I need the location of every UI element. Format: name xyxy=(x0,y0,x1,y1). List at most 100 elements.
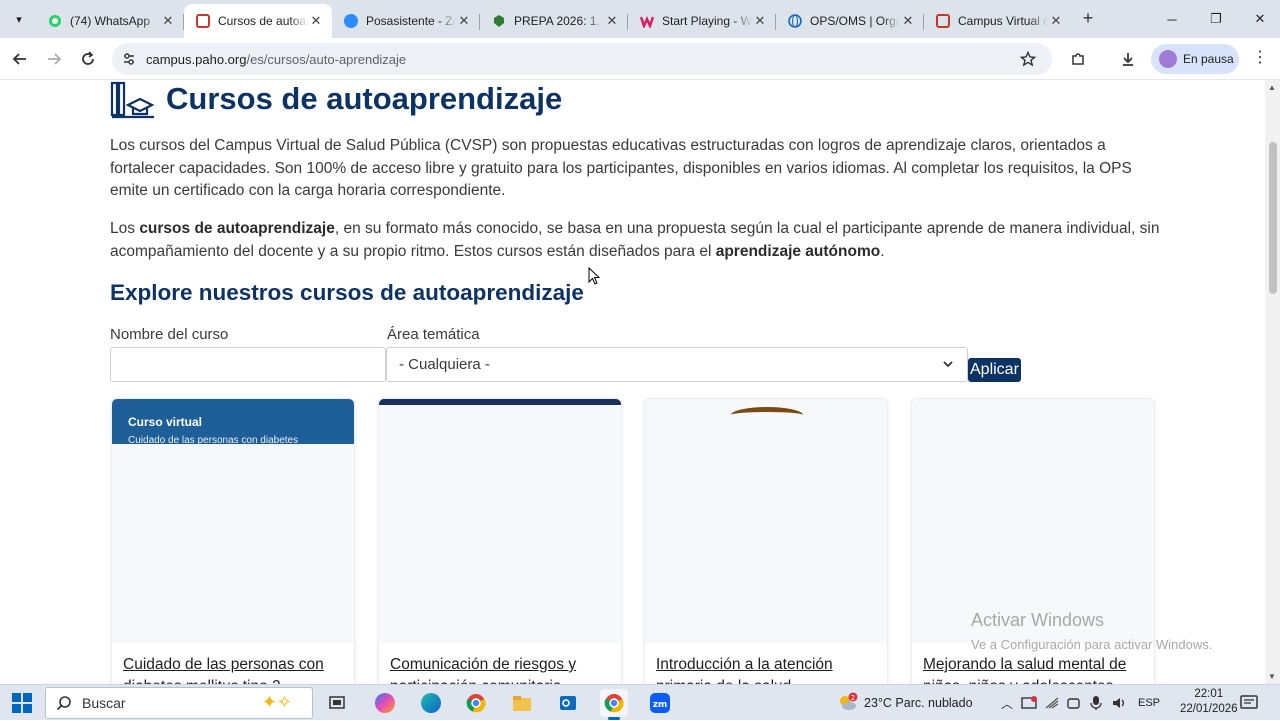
windows-start-icon[interactable] xyxy=(12,693,32,713)
tab-wordwall[interactable]: Start Playing - Wordwall ✕ xyxy=(628,4,776,38)
notification-app-icon[interactable] xyxy=(1020,694,1038,712)
zoom-icon xyxy=(344,14,358,28)
close-tab-icon[interactable]: ✕ xyxy=(308,13,324,29)
weather-label[interactable]: 23°C Parc. nublado xyxy=(864,685,973,721)
course-name-label: Nombre del curso xyxy=(110,326,229,343)
weather-icon[interactable]: 2 xyxy=(836,692,858,714)
close-tab-icon[interactable]: ✕ xyxy=(752,13,768,29)
restore-icon[interactable]: ❐ xyxy=(1194,0,1238,38)
close-tab-icon[interactable]: ✕ xyxy=(604,13,620,29)
page-header: Cursos de autoaprendizaje xyxy=(110,80,563,119)
reload-icon[interactable] xyxy=(76,47,100,71)
zoom-app-icon[interactable]: zm xyxy=(646,689,674,717)
course-thumbnail xyxy=(379,399,621,643)
course-title-link[interactable]: Introducción a la atención primaria de l… xyxy=(656,654,878,684)
clock-time: 22:01 xyxy=(1194,688,1224,700)
tab-cursos-autoaprendizaje[interactable]: Cursos de autoaprendizaje ✕ xyxy=(184,4,332,38)
tab-title: Posasistente - Zoom xyxy=(366,14,456,28)
speaker-icon[interactable] xyxy=(1110,694,1128,712)
tab-title: Cursos de autoaprendizaje xyxy=(218,14,308,28)
course-banner: Curso virtual Cuidado de las personas co… xyxy=(112,399,354,445)
extensions-icon[interactable] xyxy=(1066,47,1090,71)
notifications-icon[interactable] xyxy=(1240,694,1258,712)
course-title-link[interactable]: Comunicación de riesgos y participación … xyxy=(390,654,612,684)
course-name-input[interactable] xyxy=(110,347,386,382)
bookmark-star-icon[interactable] xyxy=(1019,50,1037,70)
whatsapp-icon xyxy=(48,14,62,28)
close-tab-icon[interactable]: ✕ xyxy=(900,13,916,29)
course-title-link[interactable]: Cuidado de las personas con diabetes mel… xyxy=(123,654,345,684)
address-bar[interactable]: campus.paho.org/es/cursos/auto-aprendiza… xyxy=(112,43,1052,75)
intro-paragraph: Los cursos del Campus Virtual de Salud P… xyxy=(110,137,1132,199)
tab-title: OPS/OMS | Organización xyxy=(810,14,900,28)
prepa-icon xyxy=(492,14,506,28)
tab-search-button[interactable]: ▾ xyxy=(8,8,30,30)
new-tab-button[interactable]: + xyxy=(1078,9,1098,29)
select-value: - Cualquiera - xyxy=(399,356,490,373)
svg-text:zm: zm xyxy=(653,700,668,710)
edge-icon[interactable] xyxy=(417,689,445,717)
forward-arrow-icon[interactable] xyxy=(42,47,66,71)
chrome-icon[interactable] xyxy=(462,689,490,717)
search-placeholder: Buscar xyxy=(82,695,126,711)
windows-taskbar: Buscar ✦✧ zm 2 23°C Parc. nublado ︿ ESP … xyxy=(0,684,1280,720)
network-icon[interactable] xyxy=(1043,694,1061,712)
windows-activation-watermark: Activar Windows Ve a Configuración para … xyxy=(971,610,1213,652)
outlook-icon[interactable] xyxy=(554,689,582,717)
scroll-down-icon[interactable]: ▼ xyxy=(1268,672,1276,681)
tab-zoom[interactable]: Posasistente - Zoom ✕ xyxy=(332,4,480,38)
close-tab-icon[interactable]: ✕ xyxy=(456,13,472,29)
back-arrow-icon[interactable] xyxy=(8,47,32,71)
tab-title: PREPA 2026: 1. Esta xyxy=(514,14,604,28)
wordwall-icon xyxy=(640,14,654,28)
meet-now-icon[interactable] xyxy=(1065,694,1083,712)
course-card[interactable]: Comunicación de riesgos y participación … xyxy=(378,398,622,684)
site-info-icon[interactable] xyxy=(122,52,136,66)
course-card[interactable]: Introducción a la atención primaria de l… xyxy=(644,398,888,684)
sparkle-icon: ✦✧ xyxy=(261,692,292,712)
avatar xyxy=(1159,50,1177,68)
tab-campus-virtual[interactable]: Campus Virtual de Salud ✕ xyxy=(924,4,1072,38)
file-explorer-icon[interactable] xyxy=(508,689,536,717)
download-icon[interactable] xyxy=(1116,47,1140,71)
chevron-up-icon[interactable]: ︿ xyxy=(998,694,1016,712)
thematic-area-label: Área temática xyxy=(387,326,480,343)
campus-icon xyxy=(196,14,210,28)
close-tab-icon[interactable]: ✕ xyxy=(1048,13,1064,29)
thematic-area-select[interactable]: - Cualquiera - xyxy=(386,347,968,382)
tab-prepa[interactable]: PREPA 2026: 1. Esta ✕ xyxy=(480,4,628,38)
svg-text:2: 2 xyxy=(851,694,855,702)
description-paragraph: Los cursos de autoaprendizaje, en su for… xyxy=(110,220,1160,260)
tab-title: (74) WhatsApp xyxy=(70,14,151,28)
course-thumbnail xyxy=(645,399,887,643)
copilot-icon[interactable] xyxy=(371,689,399,717)
scrollbar-thumb[interactable] xyxy=(1269,142,1277,294)
system-clock[interactable]: 22:01 22/01/2026 xyxy=(1180,687,1238,717)
page-scrollbar[interactable]: ▲ ▼ xyxy=(1265,80,1280,684)
task-view-icon[interactable] xyxy=(323,689,351,717)
globe-icon xyxy=(788,14,802,28)
browser-toolbar: campus.paho.org/es/cursos/auto-aprendiza… xyxy=(0,38,1280,80)
url-host: campus.paho.org xyxy=(146,51,247,67)
tab-ops-oms[interactable]: OPS/OMS | Organización ✕ xyxy=(776,4,924,38)
minimize-icon[interactable]: ─ xyxy=(1150,0,1194,38)
page-title: Cursos de autoaprendizaje xyxy=(166,81,563,116)
browser-menu-icon[interactable]: ⋮ xyxy=(1252,50,1268,66)
apply-button[interactable]: Aplicar xyxy=(968,358,1021,382)
page-viewport: Cursos de autoaprendizaje Los cursos del… xyxy=(0,80,1280,684)
microphone-icon[interactable] xyxy=(1087,694,1105,712)
course-card[interactable]: Curso virtual Cuidado de las personas co… xyxy=(111,398,355,684)
language-indicator[interactable]: ESP xyxy=(1138,685,1160,721)
profile-button[interactable]: En pausa xyxy=(1151,44,1239,74)
chrome-profile-icon[interactable] xyxy=(600,689,628,720)
taskbar-search-box[interactable]: Buscar ✦✧ xyxy=(45,687,313,719)
course-thumbnail xyxy=(912,399,1154,643)
mouse-pointer-icon xyxy=(588,267,601,285)
tab-whatsapp[interactable]: (74) WhatsApp ✕ xyxy=(36,4,184,38)
scroll-up-icon[interactable]: ▲ xyxy=(1268,83,1276,92)
explore-heading: Explore nuestros cursos de autoaprendiza… xyxy=(110,280,584,305)
close-tab-icon[interactable]: ✕ xyxy=(160,13,176,29)
course-title-link[interactable]: Mejorando la salud mental de niñas, niño… xyxy=(923,654,1145,684)
close-window-icon[interactable]: ✕ xyxy=(1238,0,1280,38)
browser-tab-strip: ▾ (74) WhatsApp ✕ Cursos de autoaprendiz… xyxy=(0,0,1280,38)
